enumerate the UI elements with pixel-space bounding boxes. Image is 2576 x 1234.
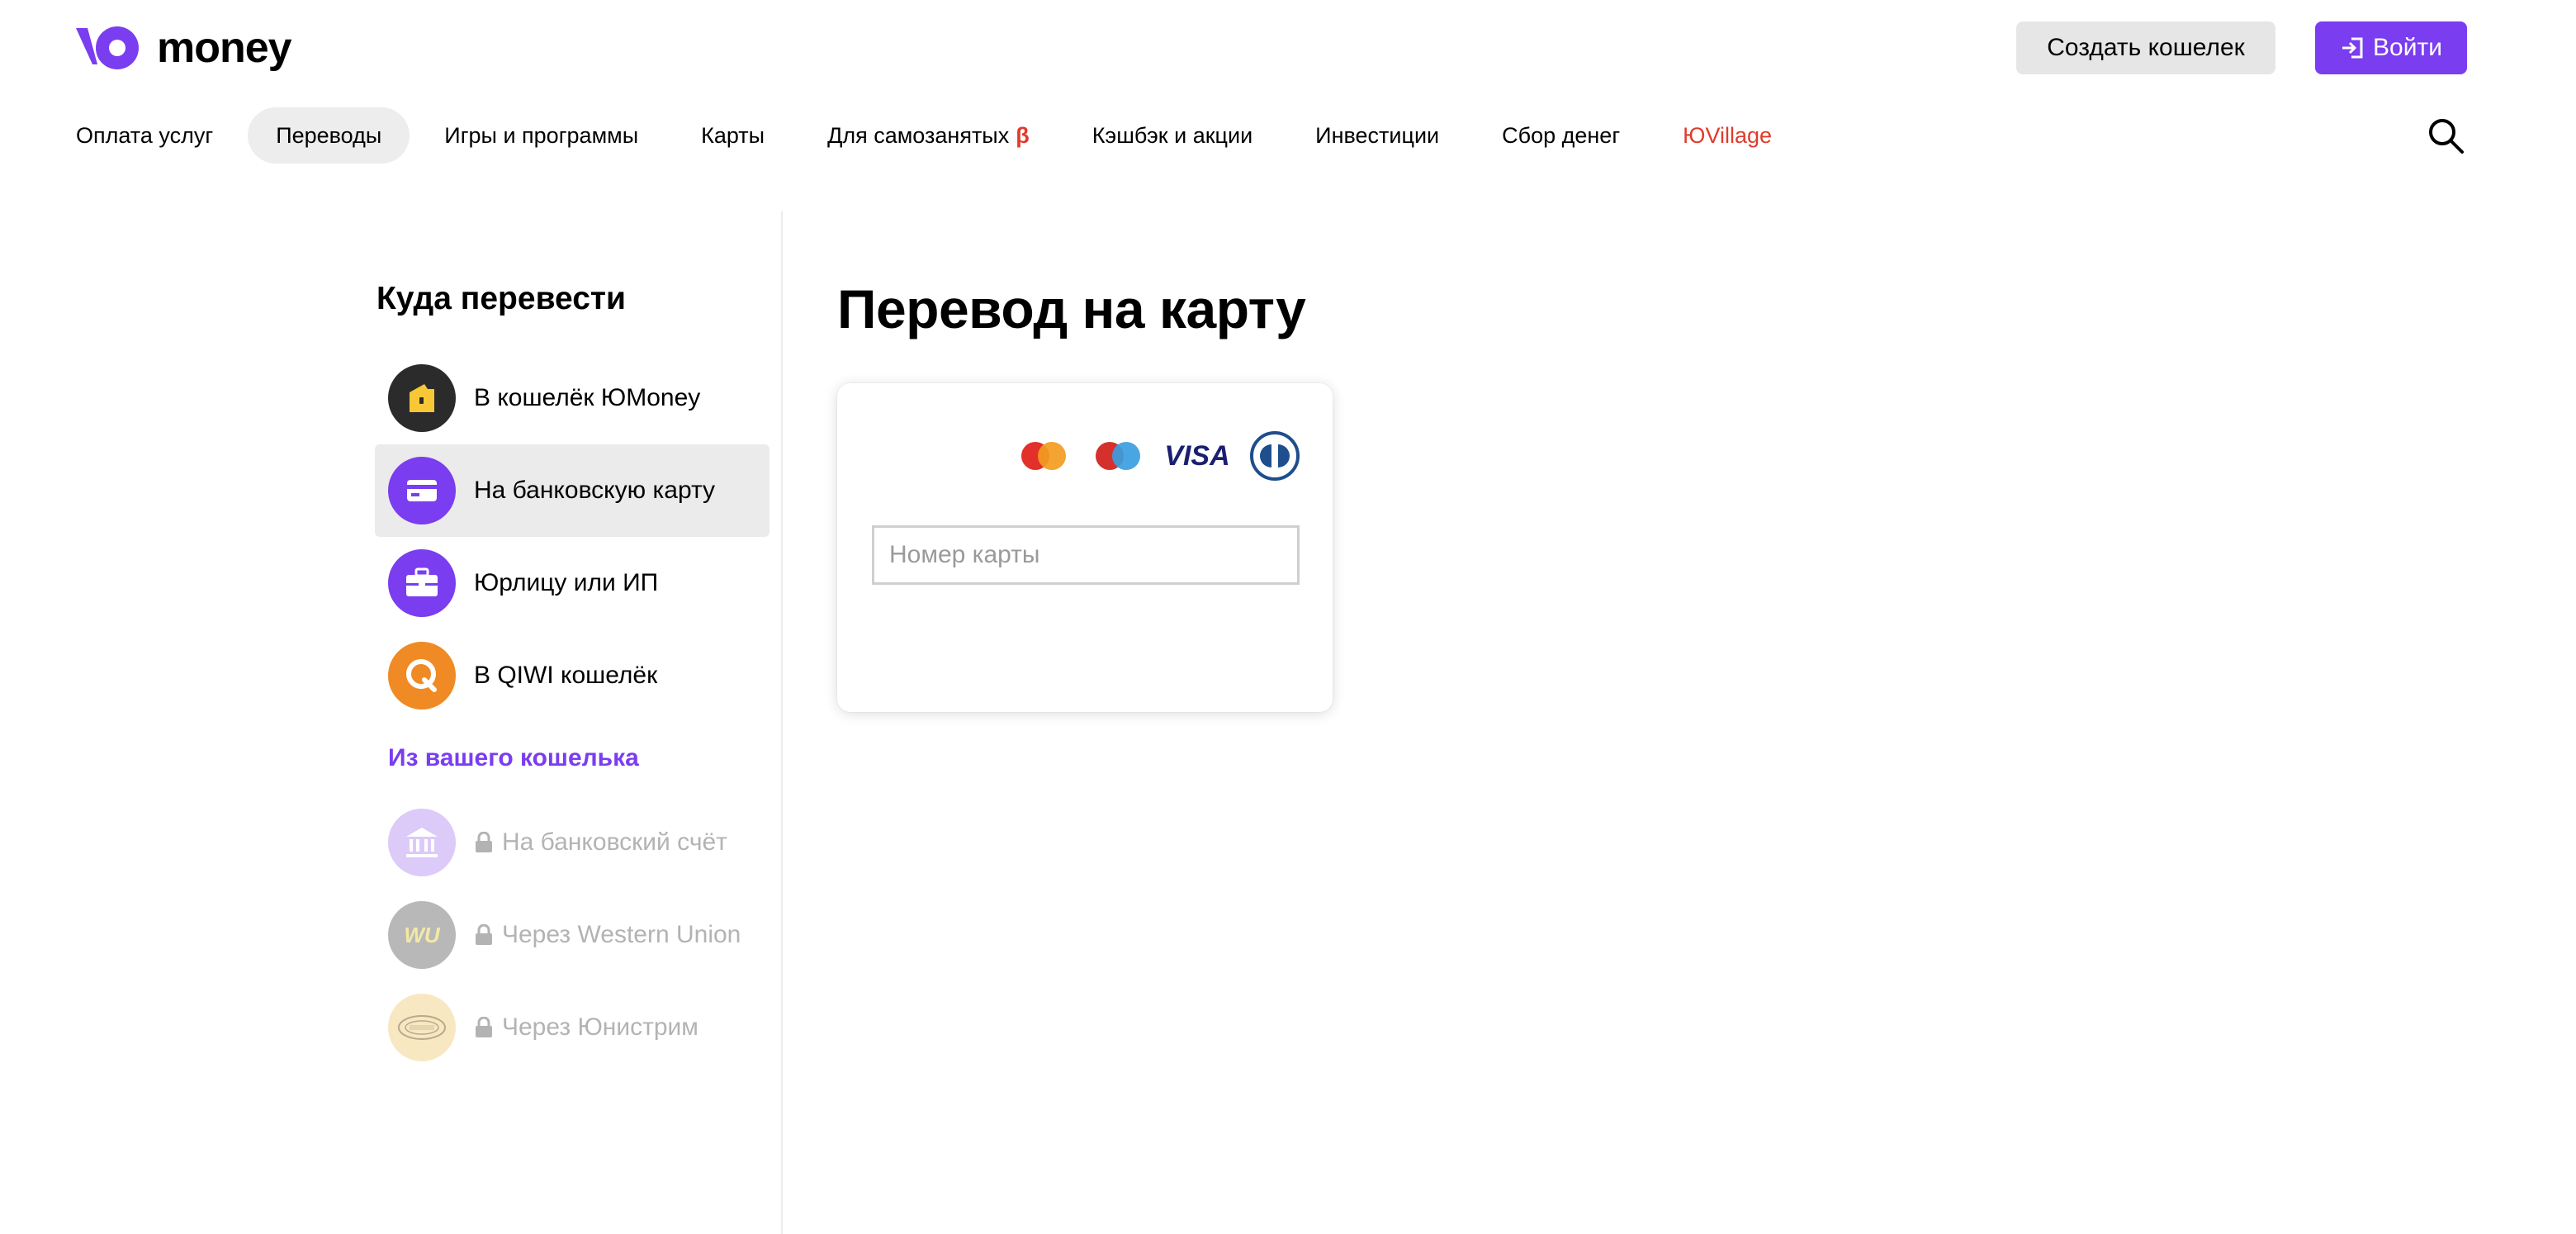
sidebar-item-label: На банковский счёт — [502, 828, 727, 856]
nav-item-self-employed[interactable]: Для самозанятых β — [799, 107, 1058, 164]
sidebar-item-western-union[interactable]: WU Через Western Union — [375, 889, 769, 981]
sidebar-item-label: В QIWI кошелёк — [474, 662, 658, 689]
card-transfer-form: VISA — [837, 383, 1333, 712]
svg-text:WU: WU — [404, 923, 441, 947]
login-icon — [2342, 37, 2363, 59]
diners-club-icon — [1250, 431, 1300, 481]
unistream-icon — [388, 994, 456, 1061]
create-wallet-button[interactable]: Создать кошелек — [2016, 21, 2275, 74]
page-title: Перевод на карту — [837, 278, 1306, 339]
qiwi-icon — [388, 642, 456, 710]
sidebar-item-label: В кошелёк ЮMoney — [474, 384, 701, 411]
briefcase-icon — [388, 549, 456, 617]
top-navigation: Оплата услуг Переводы Игры и программы К… — [61, 107, 1800, 164]
nav-item-games[interactable]: Игры и программы — [416, 107, 666, 164]
sidebar-item-bank-card[interactable]: На банковскую карту — [375, 444, 769, 537]
card-number-input[interactable] — [872, 525, 1300, 585]
sidebar-item-label: Через Юнистрим — [502, 1013, 698, 1041]
logo-text: money — [157, 24, 292, 72]
sidebar-title: Куда перевести — [376, 281, 626, 316]
sidebar-item-bank-account[interactable]: На банковский счёт — [375, 796, 769, 889]
nav-item-transfers[interactable]: Переводы — [248, 107, 410, 164]
mastercard-icon — [1021, 442, 1066, 470]
search-icon[interactable] — [2426, 116, 2465, 155]
lock-icon — [476, 924, 492, 945]
sidebar-item-qiwi[interactable]: В QIWI кошелёк — [375, 629, 769, 722]
nav-item-yuvillage[interactable]: ЮVillage — [1655, 107, 1800, 164]
nav-item-investments[interactable]: Инвестиции — [1287, 107, 1467, 164]
bank-icon — [388, 809, 456, 876]
western-union-icon: WU — [388, 901, 456, 969]
nav-item-cards[interactable]: Карты — [673, 107, 793, 164]
lock-icon — [476, 832, 492, 852]
nav-item-fundraising[interactable]: Сбор денег — [1474, 107, 1648, 164]
locked-items-group: На банковский счёт WU Через Western Unio… — [375, 796, 769, 1074]
wallet-icon — [388, 364, 456, 432]
sidebar-divider — [781, 211, 783, 1234]
nav-item-services[interactable]: Оплата услуг — [61, 107, 241, 164]
sidebar-item-label: Через Western Union — [502, 921, 741, 948]
sidebar-item-label: Юрлицу или ИП — [474, 569, 659, 596]
login-button[interactable]: Войти — [2315, 21, 2467, 74]
sidebar-item-yoomoney-wallet[interactable]: В кошелёк ЮMoney — [375, 352, 769, 444]
nav-item-cashback[interactable]: Кэшбэк и акции — [1064, 107, 1281, 164]
svg-text:VISA: VISA — [1164, 440, 1229, 472]
sidebar-item-label: На банковскую карту — [474, 477, 716, 504]
maestro-icon — [1096, 442, 1140, 470]
sidebar-item-legal-entity[interactable]: Юрлицу или ИП — [375, 537, 769, 629]
beta-badge: β — [1016, 122, 1030, 148]
wallet-section-subtitle: Из вашего кошелька — [388, 744, 639, 771]
card-icon — [388, 457, 456, 524]
transfer-destination-list: В кошелёк ЮMoney На банковскую карту Юрл… — [375, 352, 769, 1074]
payment-brands: VISA — [1016, 430, 1301, 482]
lock-icon — [476, 1017, 492, 1037]
visa-icon: VISA — [1164, 440, 1229, 472]
sidebar-item-unistream[interactable]: Через Юнистрим — [375, 981, 769, 1074]
logo[interactable]: money — [76, 23, 292, 73]
yoomoney-logo-icon — [76, 26, 139, 69]
login-label: Войти — [2373, 34, 2442, 61]
